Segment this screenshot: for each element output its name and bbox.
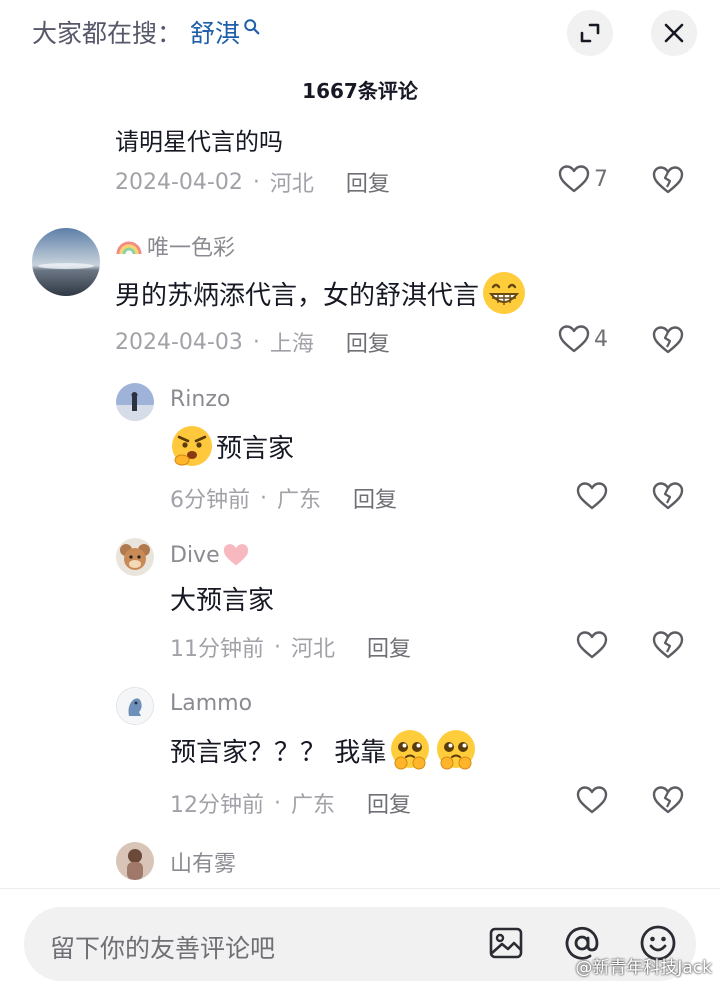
trending-search[interactable]: 大家都在搜： 舒淇 (32, 14, 261, 50)
reply-location: 广东 (291, 793, 336, 818)
comment-author[interactable]: 唯一色彩 (115, 230, 235, 262)
pink-heart-icon (223, 544, 248, 566)
reply-author[interactable]: Rinzo (170, 387, 230, 412)
reply-meta: 11分钟前 · 河北 回复 (170, 631, 411, 663)
image-button[interactable] (484, 921, 528, 965)
reply-text: 预言家？？？ 我靠 (170, 728, 478, 772)
pleading-emoji-icon (391, 730, 430, 770)
like-button[interactable]: 7 (558, 164, 608, 194)
avatar[interactable] (116, 383, 154, 421)
reply-time: 11分钟前 (170, 637, 264, 662)
comment-input-placeholder: 留下你的友善评论吧 (50, 934, 276, 963)
reply-button[interactable]: 回复 (353, 482, 397, 514)
avatar[interactable] (32, 228, 100, 296)
heart-icon (558, 325, 590, 353)
reply-author[interactable]: 山有雾 (170, 846, 236, 878)
watermark: @新青年科技Jack (575, 958, 712, 978)
avatar[interactable] (116, 538, 154, 576)
heart-icon (576, 786, 608, 814)
reply-time: 6分钟前 (170, 488, 250, 513)
pleading-emoji-icon (437, 730, 476, 770)
heart-icon (558, 165, 590, 193)
dislike-button[interactable] (652, 785, 684, 819)
reply-author[interactable]: Lammo (170, 691, 252, 716)
like-button[interactable]: 4 (558, 324, 608, 354)
reply-text: 预言家 (170, 424, 294, 468)
dislike-button[interactable] (652, 481, 684, 515)
rainbow-icon (116, 241, 142, 255)
grin-emoji-icon (483, 272, 526, 314)
dislike-button[interactable] (652, 630, 684, 664)
reply-location: 河北 (291, 637, 336, 662)
reply-button[interactable]: 回复 (367, 631, 411, 663)
reply-author[interactable]: Dive (170, 542, 250, 568)
like-button[interactable] (576, 481, 608, 511)
expand-button[interactable] (567, 10, 613, 56)
angry-emoji-icon (172, 426, 212, 466)
comment-date: 2024-04-02 (115, 169, 243, 195)
like-button[interactable] (576, 630, 608, 660)
comment-text: 男的苏炳添代言，女的舒淇代言 (115, 270, 527, 316)
reply-meta: 6分钟前 · 广东 回复 (170, 482, 397, 514)
avatar[interactable] (116, 842, 154, 880)
image-icon (489, 927, 523, 959)
heart-icon (576, 482, 608, 510)
broken-heart-icon (652, 482, 684, 510)
expand-icon (580, 23, 600, 43)
comments-header: 大家都在搜： 舒淇 1667条评论 (0, 0, 720, 110)
reply-text: 大预言家 (170, 586, 275, 616)
reply-time: 12分钟前 (170, 793, 264, 818)
broken-heart-icon (652, 326, 684, 354)
like-button[interactable] (576, 785, 608, 815)
reply-button[interactable]: 回复 (346, 166, 390, 198)
comment-meta: 2024-04-02 · 河北 回复 (115, 166, 390, 198)
username: 唯一色彩 (147, 236, 236, 261)
close-icon (664, 23, 684, 43)
trending-search-keyword[interactable]: 舒淇 (190, 14, 240, 50)
dislike-button[interactable] (652, 165, 684, 199)
comment-location: 上海 (269, 332, 314, 357)
comment-location: 河北 (269, 172, 314, 197)
comment-count-title: 1667条评论 (302, 79, 418, 103)
comment-date: 2024-04-03 (115, 329, 243, 355)
dislike-button[interactable] (652, 325, 684, 359)
username: Dive (170, 542, 220, 568)
reply-button[interactable]: 回复 (346, 326, 390, 358)
reply-meta: 12分钟前 · 广东 回复 (170, 787, 411, 819)
broken-heart-icon (652, 631, 684, 659)
close-button[interactable] (651, 10, 697, 56)
heart-icon (576, 631, 608, 659)
trending-search-prefix: 大家都在搜： (32, 19, 183, 48)
reply-button[interactable]: 回复 (367, 787, 411, 819)
like-count: 4 (594, 326, 608, 352)
comment-text: 请明星代言的吗 (115, 128, 283, 156)
comment-input-bar: 留下你的友善评论吧 @新青年科技Jack (0, 888, 720, 984)
broken-heart-icon (652, 166, 684, 194)
comment-list[interactable]: 请明星代言的吗 2024-04-02 · 河北 回复 7 唯一色彩 男的苏炳添代… (0, 110, 720, 888)
comment-meta: 2024-04-03 · 上海 回复 (115, 326, 390, 358)
search-icon (244, 19, 260, 35)
like-count: 7 (594, 166, 608, 192)
comments-panel: 大家都在搜： 舒淇 1667条评论 请明星代言的吗 2024-04-02 · 河… (0, 0, 720, 984)
broken-heart-icon (652, 786, 684, 814)
reply-location: 广东 (277, 488, 322, 513)
avatar[interactable] (116, 687, 154, 725)
